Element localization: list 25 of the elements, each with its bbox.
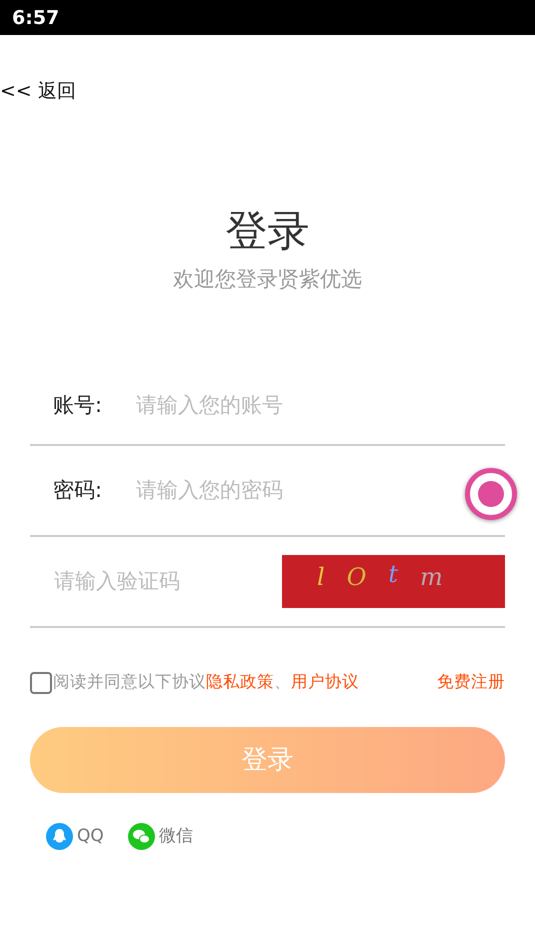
login-option-label[interactable]: QQ: [77, 824, 104, 850]
captcha-field[interactable]: 请输入验证码: [30, 565, 282, 599]
separator-text: 、: [274, 671, 291, 694]
chat-bubbles-icon[interactable]: [128, 823, 155, 850]
register-link[interactable]: 免费注册: [437, 670, 505, 696]
input-field[interactable]: 请输入您的密码: [134, 474, 374, 508]
policy-link[interactable]: 隐私政策: [206, 670, 274, 696]
welcome-subtitle: 欢迎您登录贤紫优选: [172, 266, 363, 293]
policy-link[interactable]: 用户协议: [291, 670, 359, 696]
login-option-label[interactable]: 微信: [158, 824, 193, 850]
back-link[interactable]: << 返回: [0, 77, 76, 106]
field-label: 账号:: [52, 392, 104, 420]
status-time: 6:57: [12, 7, 60, 29]
input-field[interactable]: 请输入您的账号: [134, 389, 374, 423]
field-label: 密码:: [52, 477, 104, 504]
agree-checkbox[interactable]: [30, 672, 52, 694]
captcha-char: t: [388, 559, 398, 590]
page-title: 登录: [224, 206, 310, 256]
agreement-text: 阅读并同意以下协议: [53, 671, 206, 694]
captcha-char: m: [420, 562, 443, 594]
captcha-image[interactable]: l O t m: [282, 555, 505, 608]
floating-button[interactable]: [465, 468, 517, 520]
penguin-icon[interactable]: [46, 823, 73, 850]
captcha-char: l: [317, 562, 325, 594]
captcha-char: O: [346, 562, 366, 594]
